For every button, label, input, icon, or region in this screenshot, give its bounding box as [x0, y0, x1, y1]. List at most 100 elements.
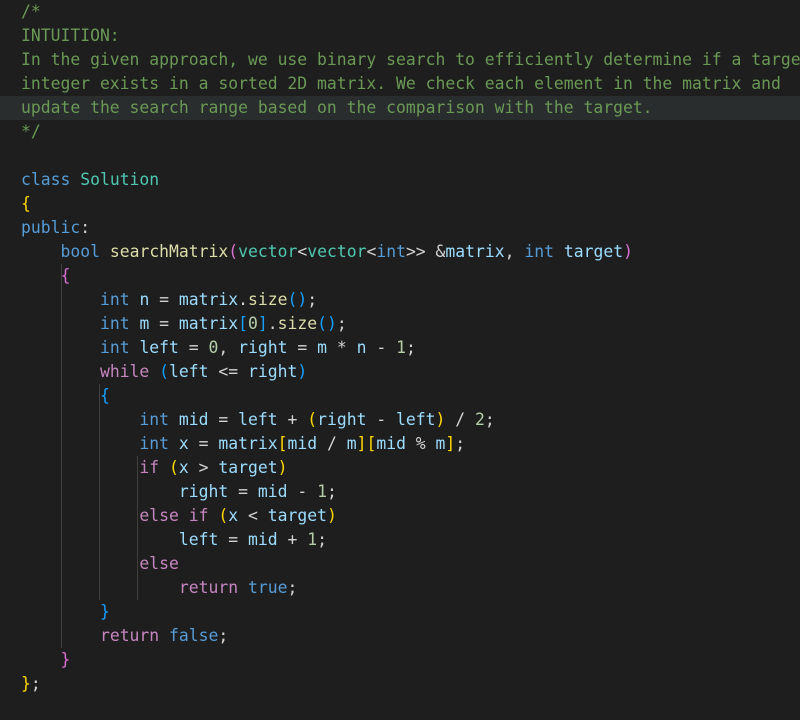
- code-line[interactable]: };: [21, 672, 41, 696]
- code-line[interactable]: if (x > target): [21, 456, 288, 480]
- code-token: }: [21, 674, 31, 693]
- code-token: ): [277, 458, 288, 477]
- code-token: (: [159, 362, 170, 381]
- code-line-content: while (left <= right): [21, 362, 307, 381]
- code-token: size: [248, 290, 288, 309]
- code-token: m: [346, 434, 357, 453]
- code-token: else: [139, 506, 179, 525]
- code-token: right: [317, 410, 367, 429]
- code-token: right: [238, 338, 288, 357]
- code-token: x: [228, 506, 239, 525]
- code-line[interactable]: else if (x < target): [21, 504, 336, 528]
- code-token: .: [238, 290, 249, 309]
- code-token: [: [238, 314, 249, 333]
- code-line[interactable]: else: [21, 552, 178, 576]
- code-token: ;: [287, 578, 298, 597]
- code-line-content: left = mid + 1;: [21, 530, 327, 549]
- code-token: =: [149, 314, 179, 333]
- code-token: *: [326, 338, 357, 357]
- code-token: ]: [356, 434, 367, 453]
- code-token: matrix: [178, 290, 239, 309]
- code-token: x: [178, 434, 189, 453]
- code-token: ;: [484, 410, 495, 429]
- code-line[interactable]: public:: [21, 216, 90, 240]
- code-token: {: [99, 386, 110, 405]
- code-line-content: integer exists in a sorted 2D matrix. We…: [21, 74, 781, 93]
- code-line[interactable]: left = mid + 1;: [21, 528, 327, 552]
- code-line[interactable]: }: [21, 600, 110, 624]
- code-line[interactable]: int m = matrix[0].size();: [21, 312, 347, 336]
- code-token: int: [99, 314, 130, 333]
- code-line[interactable]: bool searchMatrix(vector<vector<int>> &m…: [21, 240, 632, 264]
- code-line[interactable]: int n = matrix.size();: [21, 288, 317, 312]
- code-line-content: public:: [21, 218, 90, 237]
- code-token: ;: [218, 626, 229, 645]
- code-token: public: [21, 218, 81, 237]
- code-token: matrix: [178, 314, 239, 333]
- code-token: integer exists in a sorted 2D matrix. We…: [21, 74, 781, 93]
- current-code-line[interactable]: update the search range based on the com…: [0, 96, 800, 120]
- code-token: size: [277, 314, 318, 333]
- code-token: }: [60, 650, 71, 669]
- code-line[interactable]: return false;: [21, 624, 228, 648]
- code-token: int: [99, 338, 130, 357]
- code-token: vector: [307, 242, 367, 261]
- code-line-content: {: [21, 386, 110, 405]
- code-line[interactable]: In the given approach, we use binary sea…: [21, 48, 800, 72]
- code-token: 2: [475, 410, 485, 429]
- code-line[interactable]: {: [21, 264, 70, 288]
- code-token: INTUITION:: [21, 26, 120, 45]
- code-token: =: [178, 338, 209, 357]
- code-line[interactable]: int mid = left + (right - left) / 2;: [21, 408, 495, 432]
- code-token: (: [218, 506, 229, 525]
- code-line[interactable]: {: [21, 192, 31, 216]
- code-token: left: [396, 410, 436, 429]
- code-line[interactable]: class Solution: [21, 168, 159, 192]
- code-line[interactable]: INTUITION:: [21, 24, 120, 48]
- code-editor[interactable]: /* INTUITION: In the given approach, we us…: [0, 0, 800, 720]
- code-token: <: [238, 506, 268, 525]
- code-line[interactable]: }: [21, 648, 70, 672]
- code-line[interactable]: /*: [21, 0, 41, 24]
- code-token: -: [366, 410, 397, 429]
- code-token: In the given approach, we use binary sea…: [21, 50, 800, 69]
- code-line[interactable]: {: [21, 384, 110, 408]
- code-token: left: [178, 530, 219, 549]
- code-token: <: [297, 242, 308, 261]
- code-token: searchMatrix: [109, 242, 229, 261]
- code-line-content: right = mid - 1;: [21, 482, 337, 501]
- code-token: m: [435, 434, 446, 453]
- code-line[interactable]: right = mid - 1;: [21, 480, 337, 504]
- code-line-content: int x = matrix[mid / m][mid % m];: [21, 434, 465, 453]
- code-token: bool: [60, 242, 100, 261]
- code-token: if: [139, 458, 160, 477]
- code-token: (): [317, 314, 337, 333]
- code-line[interactable]: return true;: [21, 576, 297, 600]
- code-token: =: [287, 338, 318, 357]
- code-token: >: [188, 458, 219, 477]
- code-line[interactable]: int left = 0, right = m * n - 1;: [21, 336, 416, 360]
- code-token: <=: [208, 362, 249, 381]
- code-line-content: INTUITION:: [21, 26, 120, 45]
- code-token: ;: [317, 530, 327, 549]
- code-token: return: [99, 626, 160, 645]
- code-line[interactable]: while (left <= right): [21, 360, 307, 384]
- code-line[interactable]: int x = matrix[mid / m][mid % m];: [21, 432, 465, 456]
- code-line[interactable]: integer exists in a sorted 2D matrix. We…: [21, 72, 781, 96]
- code-line[interactable]: */: [21, 120, 41, 144]
- code-token: left: [238, 410, 278, 429]
- code-token: ;: [405, 338, 416, 357]
